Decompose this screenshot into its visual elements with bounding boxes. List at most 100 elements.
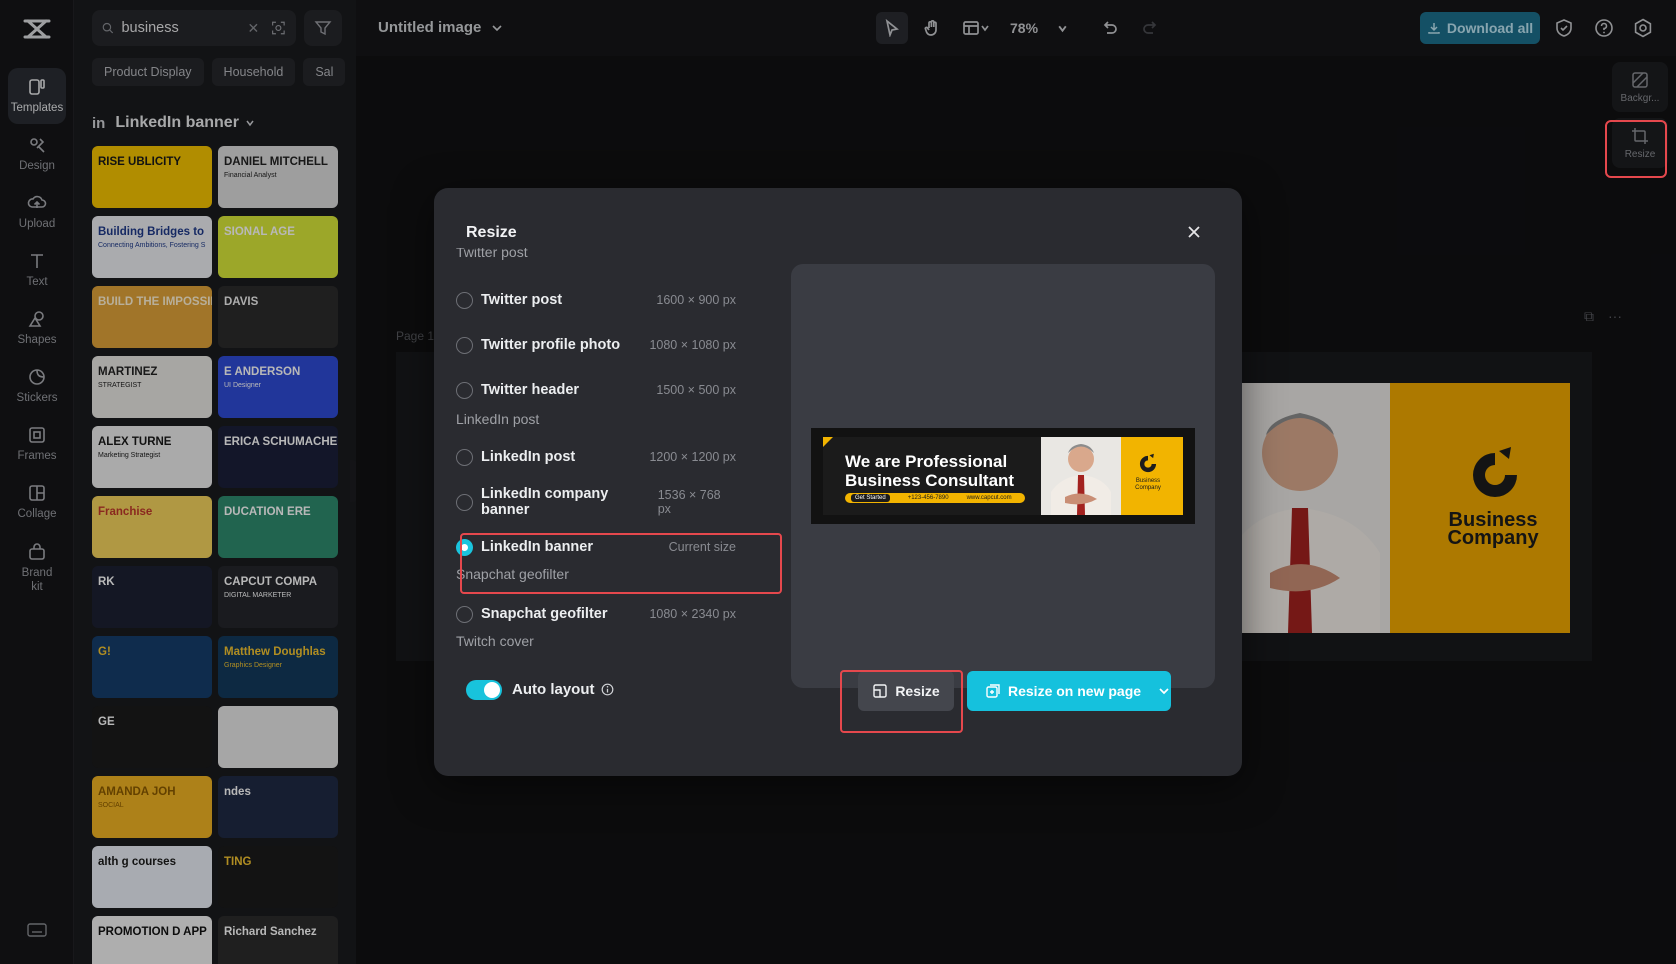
close-icon[interactable] bbox=[1184, 222, 1204, 242]
clear-search-icon[interactable]: ✕ bbox=[247, 20, 259, 37]
keyboard-shortcuts-icon[interactable] bbox=[27, 923, 47, 937]
template-title: E ANDERSON bbox=[224, 366, 300, 378]
background-icon bbox=[1631, 71, 1649, 89]
template-title: Matthew Doughlas bbox=[224, 646, 326, 658]
radio-button[interactable] bbox=[456, 382, 473, 399]
option-name: Snapchat geofilter bbox=[481, 606, 608, 622]
radio-button[interactable] bbox=[456, 337, 473, 354]
radio-button[interactable] bbox=[456, 292, 473, 309]
template-thumbnail[interactable]: BUILD THE IMPOSSIBLE bbox=[92, 286, 212, 348]
radio-button[interactable] bbox=[456, 606, 473, 623]
rail-item-design[interactable]: Design bbox=[8, 126, 66, 182]
template-thumbnail[interactable]: ALEX TURNEMarketing Strategist bbox=[92, 426, 212, 488]
template-title: BUILD THE IMPOSSIBLE bbox=[98, 296, 212, 308]
rail-item-stickers[interactable]: Stickers bbox=[8, 358, 66, 414]
resize-tool[interactable]: Resize bbox=[1612, 118, 1668, 168]
template-thumbnail[interactable]: alth g courses bbox=[92, 846, 212, 908]
rail-item-text[interactable]: Text bbox=[8, 242, 66, 298]
resize-button[interactable]: Resize bbox=[858, 671, 954, 711]
size-option[interactable]: Snapchat geofilter 1080 × 2340 px bbox=[456, 594, 736, 634]
size-option[interactable]: LinkedIn company banner 1536 × 768 px bbox=[456, 482, 736, 522]
text-icon bbox=[27, 251, 47, 271]
chip-sal[interactable]: Sal bbox=[303, 58, 345, 86]
size-option[interactable]: Twitter profile photo 1080 × 1080 px bbox=[456, 325, 736, 365]
chevron-down-icon[interactable] bbox=[1158, 685, 1170, 697]
rail-item-frames[interactable]: Frames bbox=[8, 416, 66, 472]
hand-tool-button[interactable] bbox=[916, 12, 948, 44]
top-bar: Untitled image 78% bbox=[356, 0, 1676, 56]
option-name: Twitter post bbox=[481, 292, 562, 308]
app-logo-icon[interactable] bbox=[22, 16, 52, 42]
radio-button[interactable] bbox=[456, 449, 473, 466]
template-thumbnail[interactable]: CAPCUT COMPADIGITAL MARKETER bbox=[218, 566, 338, 628]
size-option-selected[interactable]: LinkedIn banner Current size bbox=[456, 527, 736, 567]
radio-button[interactable] bbox=[456, 494, 473, 511]
template-thumbnail[interactable]: DANIEL MITCHELLFinancial Analyst bbox=[218, 146, 338, 208]
rail-item-brand-kit[interactable]: Brand kit bbox=[8, 532, 66, 606]
resize-icon bbox=[1631, 127, 1649, 145]
template-thumbnail[interactable]: PROMOTION D APP bbox=[92, 916, 212, 964]
more-options-icon[interactable]: ··· bbox=[1608, 308, 1622, 325]
chip-household[interactable]: Household bbox=[212, 58, 296, 86]
template-thumbnail[interactable] bbox=[218, 706, 338, 768]
document-title[interactable]: Untitled image bbox=[378, 19, 503, 36]
template-title: DANIEL MITCHELL bbox=[224, 156, 328, 168]
linkedin-icon: in bbox=[92, 115, 105, 132]
rail-item-templates[interactable]: Templates bbox=[8, 68, 66, 124]
auto-layout-toggle[interactable] bbox=[466, 680, 502, 700]
category-heading[interactable]: in LinkedIn banner bbox=[92, 114, 255, 132]
template-title: RK bbox=[98, 576, 115, 588]
zoom-level[interactable]: 78% bbox=[1010, 20, 1038, 36]
template-thumbnail[interactable]: SIONAL AGE bbox=[218, 216, 338, 278]
image-search-icon[interactable] bbox=[271, 19, 286, 37]
template-thumbnail[interactable]: MARTINEZSTRATEGIST bbox=[92, 356, 212, 418]
templates-panel: ✕ Product Display Household Sal in Linke… bbox=[74, 0, 356, 964]
template-thumbnail[interactable]: RK bbox=[92, 566, 212, 628]
download-all-button[interactable]: Download all bbox=[1420, 12, 1540, 44]
template-thumbnail[interactable]: RISE UBLICITY bbox=[92, 146, 212, 208]
size-option[interactable]: Twitter header 1500 × 500 px bbox=[456, 370, 736, 410]
template-title: DAVIS bbox=[224, 296, 258, 308]
rail-item-upload[interactable]: Upload bbox=[8, 184, 66, 240]
template-thumbnail[interactable]: Franchise bbox=[92, 496, 212, 558]
size-option[interactable]: LinkedIn post 1200 × 1200 px bbox=[456, 437, 736, 477]
right-side-tools: Backgr... Resize bbox=[1612, 62, 1668, 174]
template-thumbnail[interactable]: DAVIS bbox=[218, 286, 338, 348]
resize-on-new-page-button[interactable]: Resize on new page bbox=[967, 671, 1171, 711]
template-thumbnail[interactable]: E ANDERSONUI Designer bbox=[218, 356, 338, 418]
rail-item-collage[interactable]: Collage bbox=[8, 474, 66, 530]
duplicate-page-icon[interactable]: ⧉ bbox=[1584, 308, 1594, 325]
help-icon[interactable] bbox=[1593, 17, 1615, 39]
template-thumbnail[interactable]: DUCATION ERE bbox=[218, 496, 338, 558]
undo-button[interactable] bbox=[1094, 12, 1126, 44]
template-thumbnail[interactable]: Richard Sanchez bbox=[218, 916, 338, 964]
group-label-twitter: Twitter post bbox=[456, 248, 528, 262]
shield-icon[interactable] bbox=[1553, 17, 1575, 39]
radio-button-selected[interactable] bbox=[456, 539, 473, 556]
chip-product-display[interactable]: Product Display bbox=[92, 58, 204, 86]
template-thumbnail[interactable]: AMANDA JOHSOCIAL bbox=[92, 776, 212, 838]
filter-button[interactable] bbox=[304, 10, 342, 46]
search-bar: ✕ bbox=[92, 10, 296, 46]
template-thumbnail[interactable]: TING bbox=[218, 846, 338, 908]
template-thumbnail[interactable]: ERICA SCHUMACHE bbox=[218, 426, 338, 488]
template-thumbnail[interactable]: ndes bbox=[218, 776, 338, 838]
category-chips: Product Display Household Sal bbox=[92, 58, 356, 86]
template-thumbnail[interactable]: GE bbox=[92, 706, 212, 768]
info-icon[interactable] bbox=[601, 683, 614, 696]
layout-menu-button[interactable] bbox=[956, 12, 996, 44]
template-subtitle: STRATEGIST bbox=[98, 382, 141, 389]
redo-button[interactable] bbox=[1134, 12, 1166, 44]
select-tool-button[interactable] bbox=[876, 12, 908, 44]
frames-icon bbox=[27, 425, 47, 445]
zoom-menu-button[interactable] bbox=[1052, 12, 1072, 44]
background-tool[interactable]: Backgr... bbox=[1612, 62, 1668, 112]
template-thumbnail[interactable]: Building Bridges toConnecting Ambitions,… bbox=[92, 216, 212, 278]
search-input[interactable] bbox=[121, 20, 241, 36]
template-thumbnail[interactable]: Matthew DoughlasGraphics Designer bbox=[218, 636, 338, 698]
template-thumbnail[interactable]: G! bbox=[92, 636, 212, 698]
gear-icon[interactable] bbox=[1632, 17, 1654, 39]
rail-item-shapes[interactable]: Shapes bbox=[8, 300, 66, 356]
canvas-banner[interactable]: Business Company bbox=[1240, 383, 1570, 633]
size-option[interactable]: Twitter post 1600 × 900 px bbox=[456, 280, 736, 320]
